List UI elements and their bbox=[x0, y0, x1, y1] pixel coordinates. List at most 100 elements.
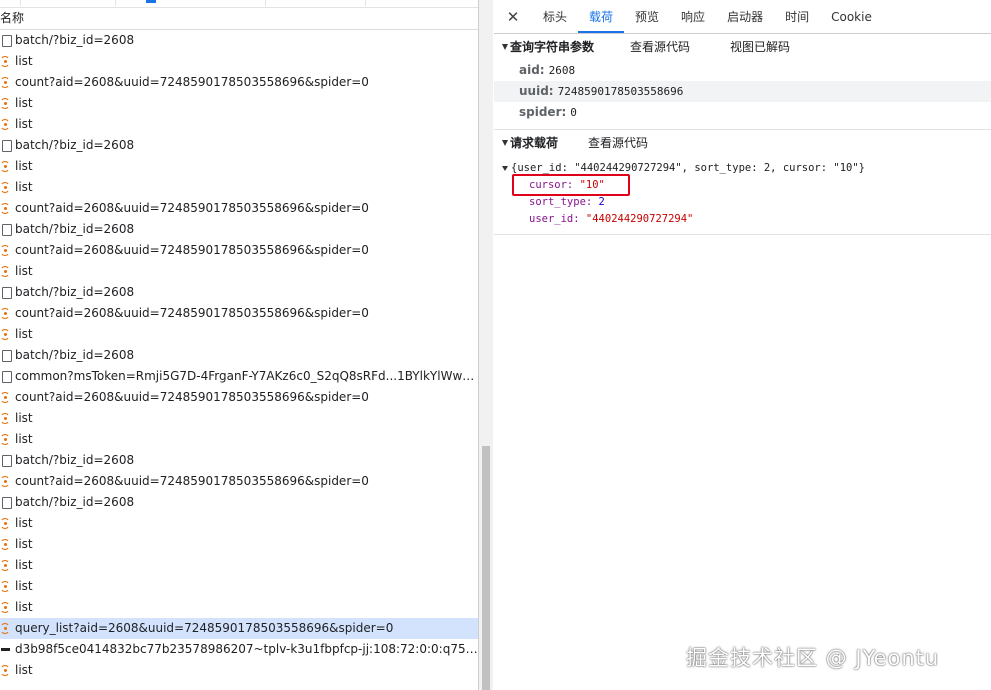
request-row[interactable]: list bbox=[0, 93, 478, 114]
xhr-icon bbox=[0, 245, 11, 256]
request-name: d3b98f5ce0414832bc77b23578986207~tplv-k3… bbox=[15, 642, 478, 656]
request-name: batch/?biz_id=2608 bbox=[15, 33, 135, 47]
payload-field: sort_type: 2 bbox=[502, 194, 991, 211]
payload-value: "440244290727294" bbox=[585, 213, 694, 225]
request-name: list bbox=[15, 180, 33, 194]
request-name: list bbox=[15, 600, 33, 614]
request-row[interactable]: list bbox=[0, 177, 478, 198]
request-row[interactable]: batch/?biz_id=2608 bbox=[0, 282, 478, 303]
close-icon[interactable]: ✕ bbox=[494, 0, 532, 33]
xhr-icon bbox=[0, 161, 11, 172]
collapse-triangle-icon[interactable] bbox=[502, 44, 508, 50]
request-row[interactable]: batch/?biz_id=2608 bbox=[0, 219, 478, 240]
request-name: list bbox=[15, 537, 33, 551]
image-icon bbox=[1, 648, 10, 651]
request-name: count?aid=2608&uuid=7248590178503558696&… bbox=[15, 306, 369, 320]
xhr-icon bbox=[0, 560, 11, 571]
xhr-icon bbox=[0, 434, 11, 445]
request-row[interactable]: list bbox=[0, 429, 478, 450]
request-name: count?aid=2608&uuid=7248590178503558696&… bbox=[15, 201, 369, 215]
request-name: batch/?biz_id=2608 bbox=[15, 285, 135, 299]
document-icon bbox=[2, 35, 12, 47]
request-row[interactable]: batch/?biz_id=2608 bbox=[0, 135, 478, 156]
query-params-title: 查询字符串参数 bbox=[510, 40, 595, 54]
request-row[interactable]: list bbox=[0, 156, 478, 177]
request-rows: batch/?biz_id=2608 list count?aid=2608&uui… bbox=[0, 30, 478, 681]
request-name: list bbox=[15, 264, 33, 278]
view-source-button[interactable]: 查看源代码 bbox=[630, 34, 690, 60]
request-name: list bbox=[15, 516, 33, 530]
payload-key: user_id: bbox=[529, 213, 580, 225]
request-row[interactable]: list bbox=[0, 660, 478, 681]
request-row[interactable]: common?msToken=Rmji5G7D-4FrganF-Y7AKz6c0… bbox=[0, 366, 478, 387]
request-name: list bbox=[15, 117, 33, 131]
tab-4[interactable]: 启动器 bbox=[716, 0, 774, 33]
detail-tabs: 标头 载荷 预览 响应 启动器 时间 Cookie bbox=[532, 0, 883, 33]
list-top-strip bbox=[0, 0, 478, 8]
payload-summary: {user_id: "440244290727294", sort_type: … bbox=[511, 162, 866, 174]
request-row[interactable]: query_list?aid=2608&uuid=724859017850355… bbox=[0, 618, 478, 639]
xhr-icon bbox=[0, 623, 11, 634]
scrollbar-thumb[interactable] bbox=[482, 446, 490, 690]
request-row[interactable]: list bbox=[0, 51, 478, 72]
payload-key: sort_type: bbox=[529, 196, 593, 208]
query-param-row: spider: 0 bbox=[494, 102, 991, 123]
tab-5[interactable]: 时间 bbox=[774, 0, 820, 33]
request-row[interactable]: batch/?biz_id=2608 bbox=[0, 30, 478, 51]
request-row[interactable]: list bbox=[0, 576, 478, 597]
param-value: 2608 bbox=[548, 64, 576, 77]
payload-view-source-button[interactable]: 查看源代码 bbox=[588, 130, 648, 156]
request-row[interactable]: count?aid=2608&uuid=7248590178503558696&… bbox=[0, 387, 478, 408]
request-name: count?aid=2608&uuid=7248590178503558696&… bbox=[15, 243, 369, 257]
request-row[interactable]: batch/?biz_id=2608 bbox=[0, 345, 478, 366]
request-name: list bbox=[15, 663, 33, 677]
tab-6[interactable]: Cookie bbox=[820, 0, 883, 33]
detail-tab-bar: ✕ 标头 载荷 预览 响应 启动器 时间 Cookie bbox=[494, 0, 991, 34]
tab-3[interactable]: 响应 bbox=[670, 0, 716, 33]
expand-triangle-icon[interactable] bbox=[502, 165, 508, 171]
xhr-icon bbox=[0, 56, 11, 67]
query-params-header[interactable]: 查询字符串参数 查看源代码 视图已解码 bbox=[494, 34, 991, 60]
request-row[interactable]: list bbox=[0, 408, 478, 429]
collapse-triangle-icon[interactable] bbox=[502, 140, 508, 146]
request-row[interactable]: list bbox=[0, 555, 478, 576]
xhr-icon bbox=[0, 266, 11, 277]
name-column-header[interactable]: 名称 bbox=[0, 8, 478, 30]
list-scrollbar[interactable] bbox=[479, 0, 493, 690]
request-payload-title: 请求载荷 bbox=[510, 136, 559, 150]
request-row[interactable]: count?aid=2608&uuid=7248590178503558696&… bbox=[0, 240, 478, 261]
cursor-highlight-box bbox=[512, 174, 630, 196]
request-row[interactable]: batch/?biz_id=2608 bbox=[0, 450, 478, 471]
request-payload-header[interactable]: 请求载荷 查看源代码 bbox=[494, 130, 991, 156]
request-row[interactable]: list bbox=[0, 324, 478, 345]
request-name: batch/?biz_id=2608 bbox=[15, 348, 135, 362]
request-name: batch/?biz_id=2608 bbox=[15, 453, 135, 467]
request-row[interactable]: list bbox=[0, 513, 478, 534]
tab-1[interactable]: 载荷 bbox=[578, 0, 625, 33]
watermark: 掘金技术社区 @ JYeontu bbox=[686, 646, 940, 670]
xhr-icon bbox=[0, 581, 11, 592]
request-row[interactable]: batch/?biz_id=2608 bbox=[0, 492, 478, 513]
xhr-icon bbox=[0, 308, 11, 319]
xhr-icon bbox=[0, 98, 11, 109]
tab-2[interactable]: 预览 bbox=[624, 0, 670, 33]
view-decoded-button[interactable]: 视图已解码 bbox=[730, 34, 790, 60]
tab-0[interactable]: 标头 bbox=[532, 0, 578, 33]
document-icon bbox=[2, 224, 12, 236]
payload-value: 2 bbox=[598, 196, 605, 208]
request-name: batch/?biz_id=2608 bbox=[15, 222, 135, 236]
payload-field: user_id: "440244290727294" bbox=[502, 211, 991, 228]
request-row[interactable]: count?aid=2608&uuid=7248590178503558696&… bbox=[0, 198, 478, 219]
request-row[interactable]: count?aid=2608&uuid=7248590178503558696&… bbox=[0, 72, 478, 93]
query-param-row: uuid: 7248590178503558696 bbox=[494, 81, 991, 102]
xhr-icon bbox=[0, 665, 11, 676]
request-row[interactable]: list bbox=[0, 597, 478, 618]
request-row[interactable]: count?aid=2608&uuid=7248590178503558696&… bbox=[0, 303, 478, 324]
request-row[interactable]: d3b98f5ce0414832bc77b23578986207~tplv-k3… bbox=[0, 639, 478, 660]
request-name: count?aid=2608&uuid=7248590178503558696&… bbox=[15, 390, 369, 404]
query-params-section: 查询字符串参数 查看源代码 视图已解码 aid: 2608 uuid: 7248590… bbox=[494, 34, 991, 130]
request-row[interactable]: list bbox=[0, 261, 478, 282]
request-row[interactable]: list bbox=[0, 114, 478, 135]
request-row[interactable]: count?aid=2608&uuid=7248590178503558696&… bbox=[0, 471, 478, 492]
request-row[interactable]: list bbox=[0, 534, 478, 555]
